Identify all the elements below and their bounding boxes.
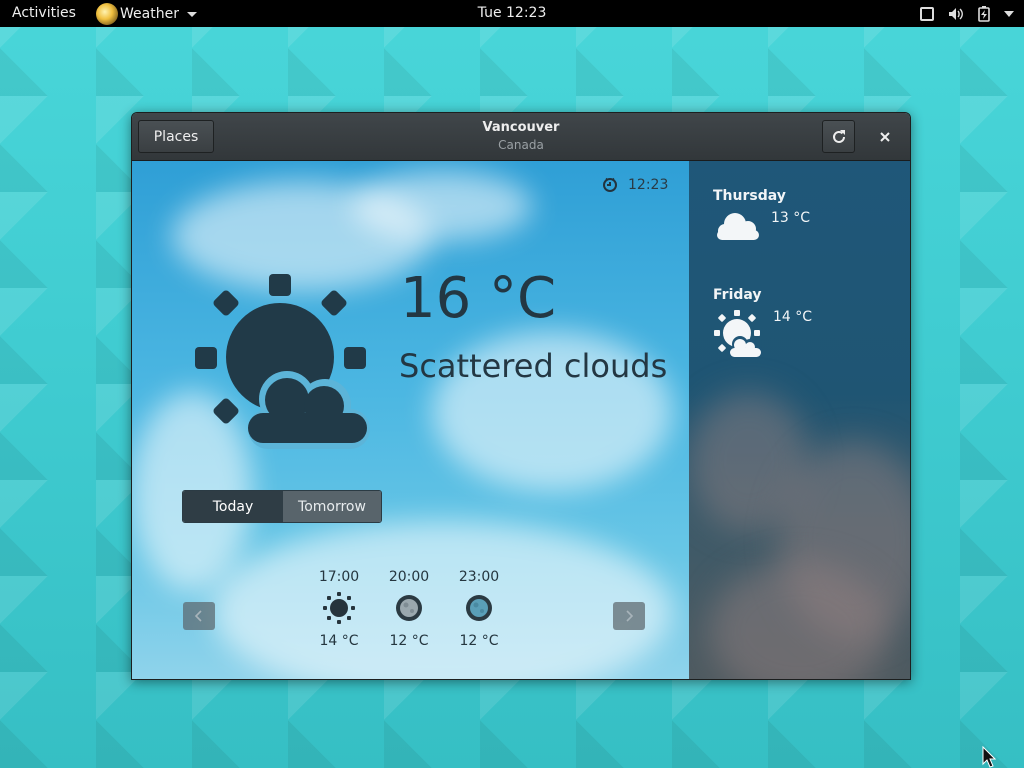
current-conditions-panel: 12:23 16 °C Scattered clouds Today Tomor…	[132, 161, 689, 679]
forecast-day-name: Thursday	[713, 188, 786, 204]
tab-today[interactable]: Today	[183, 491, 283, 522]
places-button[interactable]: Places	[138, 120, 214, 153]
hour-time: 23:00	[458, 569, 500, 585]
volume-icon	[949, 7, 963, 20]
moon-icon	[466, 595, 492, 621]
top-panel: Activities Weather Tue 12:23	[0, 0, 1024, 27]
few-clouds-icon	[714, 310, 763, 358]
next-hours-button[interactable]	[613, 602, 645, 630]
chevron-right-icon	[626, 610, 633, 622]
tab-tomorrow[interactable]: Tomorrow	[283, 491, 381, 522]
forecast-day: Friday 14 °C	[713, 287, 812, 359]
hour-time: 20:00	[388, 569, 430, 585]
forecast-day-name: Friday	[713, 287, 762, 303]
hour-temp: 12 °C	[389, 633, 429, 649]
hourly-forecast: 17:00 14 °C 20:00 12 °C 23:00 12 °C	[318, 569, 500, 649]
hourly-item: 17:00 14 °C	[318, 569, 360, 649]
system-menu-icon	[1004, 10, 1014, 17]
hour-temp: 12 °C	[459, 633, 499, 649]
day-switcher: Today Tomorrow	[182, 490, 382, 523]
clock-icon	[603, 177, 617, 192]
app-menu-label: Weather	[120, 5, 179, 22]
current-time-label: 12:23	[628, 177, 669, 193]
clock-button[interactable]: Tue 12:23	[478, 5, 547, 21]
chevron-left-icon	[195, 610, 202, 622]
hourly-item: 20:00 12 °C	[388, 569, 430, 649]
activities-button[interactable]: Activities	[12, 5, 76, 21]
forecast-temp: 13 °C	[771, 210, 811, 226]
forecast-day: Thursday 13 °C	[713, 188, 810, 242]
refresh-button[interactable]	[822, 120, 855, 153]
window-title: Vancouver	[482, 120, 560, 135]
hourly-item: 23:00 12 °C	[458, 569, 500, 649]
few-clouds-icon	[195, 274, 370, 449]
system-status-area[interactable]	[920, 0, 1014, 27]
cloud-icon	[717, 213, 759, 240]
moon-icon	[396, 595, 422, 621]
sun-icon	[323, 592, 355, 624]
window-subtitle: Canada	[498, 138, 544, 152]
refresh-icon	[832, 129, 845, 143]
weather-window: Places Vancouver Canada 12:23 16 °C Scat…	[131, 112, 911, 680]
forecast-sidebar: Thursday 13 °C Friday 14 °C	[689, 161, 910, 679]
forecast-temp: 14 °C	[773, 309, 813, 325]
previous-hours-button[interactable]	[183, 602, 215, 630]
current-time: 12:23	[602, 177, 668, 193]
battery-icon	[978, 5, 990, 22]
chevron-down-icon	[186, 12, 197, 17]
app-menu[interactable]: Weather	[96, 0, 197, 27]
weather-app-icon	[96, 2, 118, 25]
hour-time: 17:00	[318, 569, 360, 585]
hour-temp: 14 °C	[319, 633, 359, 649]
close-icon	[880, 132, 890, 142]
header-bar: Places Vancouver Canada	[132, 113, 910, 161]
current-summary: Scattered clouds	[399, 347, 668, 385]
screen-icon	[920, 6, 934, 21]
mouse-pointer-icon	[982, 746, 996, 768]
current-temperature: 16 °C	[400, 266, 557, 331]
close-button[interactable]	[872, 125, 898, 149]
